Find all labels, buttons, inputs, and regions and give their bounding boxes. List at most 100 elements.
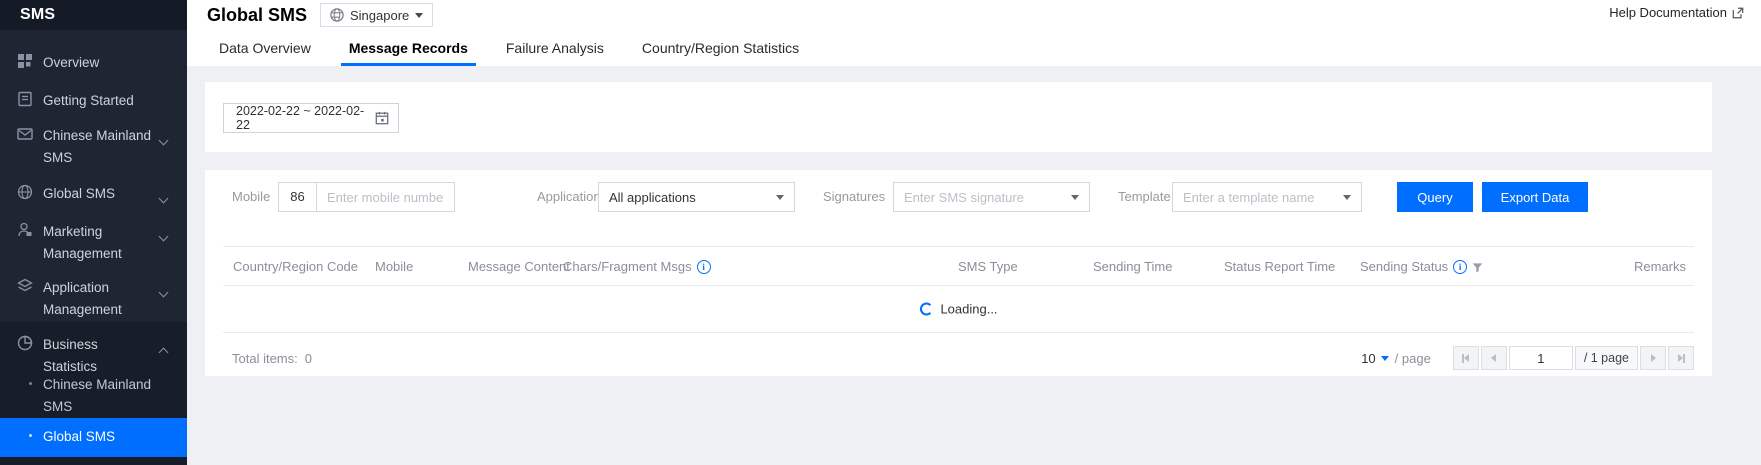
per-page-label: / page xyxy=(1395,351,1431,366)
page-count-label: / 1 page xyxy=(1575,346,1638,370)
last-page-button[interactable] xyxy=(1668,346,1694,370)
sidebar-item-application-management[interactable]: Application Management xyxy=(0,277,187,321)
date-filter-card: 2022-02-22 ~ 2022-02-22 xyxy=(205,82,1712,152)
page-title: Global SMS xyxy=(207,5,307,26)
sidebar-item-marketing-management[interactable]: Marketing Management xyxy=(0,221,187,265)
signatures-placeholder: Enter SMS signature xyxy=(904,190,1071,205)
page-size-value: 10 xyxy=(1361,351,1375,366)
globe-icon xyxy=(17,184,33,200)
pie-chart-icon xyxy=(17,335,33,351)
person-icon xyxy=(17,222,33,238)
sidebar-item-label: Application Management xyxy=(43,277,155,321)
total-items: Total items: 0 xyxy=(232,351,312,366)
application-select[interactable]: All applications xyxy=(598,182,795,212)
sidebar-item-label: Getting Started xyxy=(43,90,155,112)
filter-funnel-icon[interactable] xyxy=(1472,262,1483,273)
layers-icon xyxy=(17,278,33,294)
sidebar-app-title: SMS xyxy=(0,0,187,30)
column-header-country-region-code: Country/Region Code xyxy=(233,247,358,287)
sidebar-subitem-label: Global SMS xyxy=(43,426,167,448)
next-page-button[interactable] xyxy=(1640,346,1666,370)
caret-down-icon xyxy=(776,195,784,200)
pagination-controls: / 1 page xyxy=(1453,346,1694,370)
column-header-sending-time: Sending Time xyxy=(1093,247,1173,287)
loading-text: Loading... xyxy=(940,302,997,317)
table-loading-row: Loading... xyxy=(223,286,1694,333)
mobile-input-group: 86 xyxy=(278,182,455,212)
sidebar-item-label: Chinese Mainland SMS xyxy=(43,125,155,169)
records-card: Mobile 86 Application All applications S… xyxy=(205,170,1712,376)
sidebar-item-label: Overview xyxy=(43,52,155,74)
loading-indicator: Loading... xyxy=(919,302,997,317)
sidebar-item-label: Marketing Management xyxy=(43,221,155,265)
chevron-up-icon xyxy=(160,344,167,359)
page-size-selector[interactable]: 10 xyxy=(1361,351,1388,366)
sidebar-item-global-sms[interactable]: Global SMS xyxy=(0,183,187,205)
sidebar-subitem-global-sms[interactable]: Global SMS xyxy=(0,418,187,457)
table-footer: Total items: 0 10 / page / 1 page xyxy=(232,346,1694,370)
table-header-row: Country/Region Code Mobile Message Conte… xyxy=(223,246,1694,286)
chevron-down-icon xyxy=(160,228,167,243)
query-button[interactable]: Query xyxy=(1397,182,1473,212)
info-icon[interactable]: i xyxy=(1453,260,1467,274)
filter-row: Mobile 86 Application All applications S… xyxy=(205,182,1712,212)
page-number-input[interactable] xyxy=(1509,346,1573,370)
sidebar-item-chinese-mainland-sms[interactable]: Chinese Mainland SMS xyxy=(0,125,187,169)
region-value: Singapore xyxy=(350,8,409,23)
document-icon xyxy=(17,91,33,107)
column-header-mobile: Mobile xyxy=(375,247,413,287)
template-select[interactable]: Enter a template name xyxy=(1172,182,1362,212)
country-code-field[interactable]: 86 xyxy=(279,183,317,211)
caret-down-icon xyxy=(415,13,423,18)
grid-icon xyxy=(17,53,33,69)
column-header-status-report-time: Status Report Time xyxy=(1224,247,1335,287)
calendar-icon xyxy=(375,111,389,125)
sidebar-item-label: Business Statistics xyxy=(43,334,155,378)
export-data-button[interactable]: Export Data xyxy=(1482,182,1588,212)
sidebar-item-business-statistics[interactable]: Business Statistics xyxy=(0,334,187,378)
previous-page-button[interactable] xyxy=(1481,346,1507,370)
sidebar-item-label: Global SMS xyxy=(43,183,155,205)
tab-data-overview[interactable]: Data Overview xyxy=(217,36,313,66)
tab-message-records[interactable]: Message Records xyxy=(347,36,470,66)
caret-down-icon xyxy=(1071,195,1079,200)
help-link-label: Help Documentation xyxy=(1609,5,1727,20)
total-items-label: Total items: xyxy=(232,351,298,366)
column-header-label: Sending Status xyxy=(1360,247,1448,287)
total-items-value: 0 xyxy=(305,351,312,366)
application-value: All applications xyxy=(609,190,776,205)
sidebar-item-getting-started[interactable]: Getting Started xyxy=(0,90,187,112)
mobile-number-input[interactable] xyxy=(317,183,454,211)
globe-icon xyxy=(330,8,344,22)
records-table: Country/Region Code Mobile Message Conte… xyxy=(223,246,1694,333)
chevron-down-icon xyxy=(160,190,167,205)
date-range-picker[interactable]: 2022-02-22 ~ 2022-02-22 xyxy=(223,103,399,133)
help-documentation-link[interactable]: Help Documentation xyxy=(1609,5,1744,20)
tab-failure-analysis[interactable]: Failure Analysis xyxy=(504,36,606,66)
mobile-label: Mobile xyxy=(232,182,270,212)
date-range-value: 2022-02-22 ~ 2022-02-22 xyxy=(236,104,375,132)
column-header-sending-status: Sending Status i xyxy=(1360,247,1483,287)
caret-down-icon xyxy=(1381,356,1389,361)
signatures-select[interactable]: Enter SMS signature xyxy=(893,182,1090,212)
sidebar-subitem-label: Chinese Mainland SMS xyxy=(43,374,167,418)
column-header-chars-fragment-msgs: Chars/Fragment Msgs i xyxy=(563,247,711,287)
region-selector[interactable]: Singapore xyxy=(320,3,433,27)
bullet-icon xyxy=(29,434,32,437)
external-link-icon xyxy=(1732,7,1744,19)
info-icon[interactable]: i xyxy=(697,260,711,274)
bullet-icon xyxy=(29,382,32,385)
signatures-label: Signatures xyxy=(823,182,885,212)
tab-country-region-statistics[interactable]: Country/Region Statistics xyxy=(640,36,801,66)
column-header-sms-type: SMS Type xyxy=(958,247,1018,287)
spinner-icon xyxy=(919,303,932,316)
mail-icon xyxy=(17,126,33,142)
tab-bar: Data Overview Message Records Failure An… xyxy=(217,36,835,66)
application-label: Application xyxy=(537,182,601,212)
column-header-message-content: Message Content xyxy=(468,247,570,287)
column-header-label: Chars/Fragment Msgs xyxy=(563,247,692,287)
first-page-button[interactable] xyxy=(1453,346,1479,370)
sidebar-subitem-chinese-mainland-sms[interactable]: Chinese Mainland SMS xyxy=(0,374,187,418)
sidebar-item-overview[interactable]: Overview xyxy=(0,52,187,74)
page-header: Global SMS Singapore Help Documentation … xyxy=(187,0,1761,66)
